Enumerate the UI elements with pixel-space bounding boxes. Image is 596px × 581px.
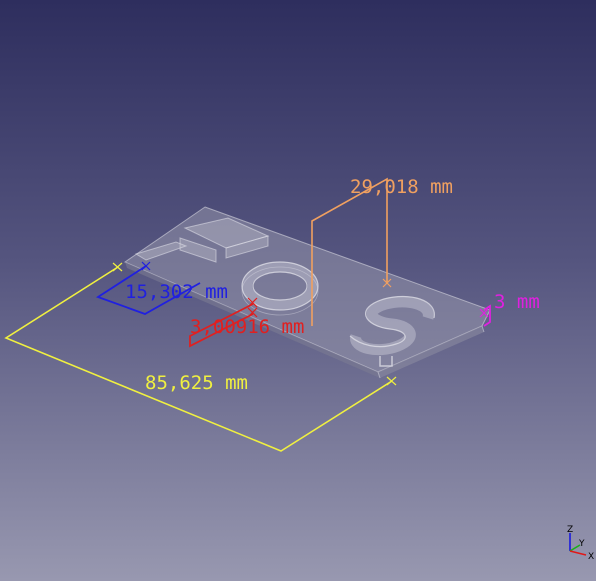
height-dimension-label[interactable]: 29,018 mm — [350, 176, 453, 198]
z-axis-label: Z — [567, 525, 573, 535]
thickness-dimension-label[interactable]: 3 mm — [494, 291, 540, 313]
length-dimension-label[interactable]: 85,625 mm — [145, 372, 248, 394]
3d-viewport[interactable]: 85,625 mm 29,018 mm 15,302 mm 3,00916 mm… — [0, 0, 596, 581]
x-axis-line — [569, 550, 587, 556]
scene-canvas[interactable]: 85,625 mm 29,018 mm 15,302 mm 3,00916 mm… — [0, 0, 596, 581]
x-axis-label: X — [588, 552, 594, 562]
axis-cross: Z Y X — [567, 525, 594, 562]
letter-width-dimension-label[interactable]: 15,302 mm — [125, 281, 228, 303]
y-axis-label: Y — [578, 539, 585, 549]
depth-dimension-label[interactable]: 3,00916 mm — [190, 316, 304, 338]
